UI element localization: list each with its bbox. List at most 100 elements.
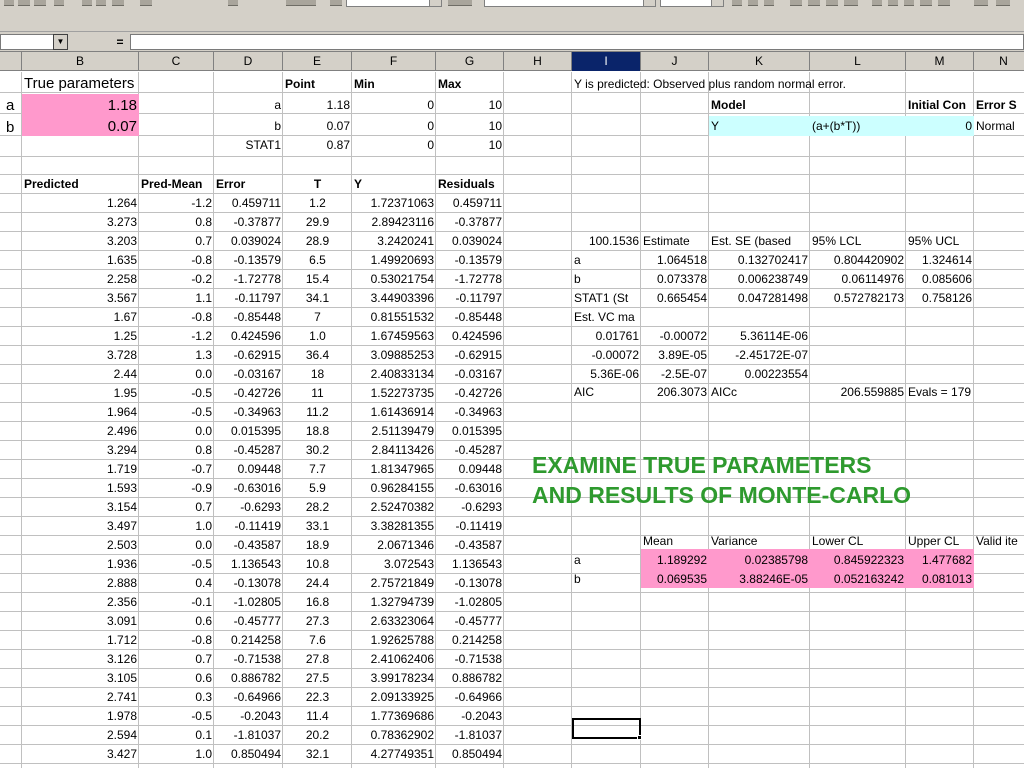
data-cell-residuals[interactable]: -0.03167: [436, 365, 504, 383]
data-cell-residuals[interactable]: 0.424596: [436, 327, 504, 345]
data-cell-y[interactable]: 0.78362902: [352, 726, 436, 744]
data-cell-y[interactable]: 3.44903396: [352, 289, 436, 307]
data-cell-pred-mean[interactable]: -0.5: [139, 707, 214, 725]
data-cell-t[interactable]: 28.9: [283, 232, 352, 250]
data-cell-pred-mean[interactable]: -0.5: [139, 555, 214, 573]
data-cell-error[interactable]: -0.62915: [214, 346, 283, 364]
data-cell-t[interactable]: 36.4: [283, 346, 352, 364]
param-min[interactable]: 0: [352, 96, 436, 114]
column-header-a[interactable]: [0, 52, 22, 71]
estimates-cell[interactable]: 0.572782173: [810, 289, 906, 307]
vc-cell[interactable]: 0.00223554: [709, 365, 810, 383]
data-cell-t[interactable]: 28.2: [283, 498, 352, 516]
column-header-e[interactable]: E: [283, 52, 352, 71]
data-cell-pred-mean[interactable]: -0.8: [139, 631, 214, 649]
data-cell-residuals[interactable]: -0.13078: [436, 574, 504, 592]
true-param-b-value[interactable]: 0.07: [22, 117, 139, 135]
data-cell-predicted[interactable]: 1.964: [22, 403, 139, 421]
data-cell-predicted[interactable]: 2.503: [22, 536, 139, 554]
data-cell-y[interactable]: 3.38281355: [352, 517, 436, 535]
data-cell-pred-mean[interactable]: 0.0: [139, 365, 214, 383]
estimates-cell[interactable]: 0.047281498: [709, 289, 810, 307]
data-cell-predicted[interactable]: 1.635: [22, 251, 139, 269]
worksheet-grid[interactable]: a b True parameters 1.18 0.07 Point Min …: [0, 72, 1024, 768]
vc-cell[interactable]: 3.89E-05: [641, 346, 709, 364]
vc-cell[interactable]: 0.01761: [572, 327, 641, 345]
param-min[interactable]: 0: [352, 136, 436, 154]
data-cell-t[interactable]: 18.8: [283, 422, 352, 440]
data-cell-predicted[interactable]: 2.741: [22, 688, 139, 706]
align-left-icon[interactable]: [790, 0, 802, 6]
data-cell-pred-mean[interactable]: 0.7: [139, 650, 214, 668]
merge-center-icon[interactable]: [844, 0, 858, 6]
data-cell-predicted[interactable]: 3.105: [22, 669, 139, 687]
data-cell-t[interactable]: 6.5: [283, 251, 352, 269]
data-cell-y[interactable]: 2.89423116: [352, 213, 436, 231]
data-cell-error[interactable]: 0.424596: [214, 327, 283, 345]
data-cell-t[interactable]: 18.9: [283, 536, 352, 554]
vc-cell[interactable]: -0.00072: [572, 346, 641, 364]
data-cell-pred-mean[interactable]: -0.9: [139, 479, 214, 497]
estimates-cell[interactable]: 0.06114976: [810, 270, 906, 288]
data-cell-residuals[interactable]: 0.015395: [436, 422, 504, 440]
data-cell-residuals[interactable]: 0.039024: [436, 232, 504, 250]
data-cell-residuals[interactable]: -0.11419: [436, 517, 504, 535]
data-cell-t[interactable]: 27.8: [283, 650, 352, 668]
open-icon[interactable]: [18, 0, 30, 6]
data-cell-error[interactable]: -0.37877: [214, 213, 283, 231]
estimates-cell[interactable]: 0.804420902: [810, 251, 906, 269]
data-cell-t[interactable]: 33.1: [283, 517, 352, 535]
data-cell-pred-mean[interactable]: -0.5: [139, 384, 214, 402]
estimates-cell[interactable]: 1.324614: [906, 251, 974, 269]
currency-icon[interactable]: [872, 0, 882, 6]
data-cell-residuals[interactable]: -0.85448: [436, 308, 504, 326]
active-cell-selection[interactable]: [572, 718, 641, 739]
data-cell-predicted[interactable]: 3.427: [22, 745, 139, 763]
estimates-cell[interactable]: 1.064518: [641, 251, 709, 269]
vc-cell[interactable]: -2.45172E-07: [709, 346, 810, 364]
data-cell-predicted[interactable]: 3.126: [22, 650, 139, 668]
paste-icon[interactable]: [112, 0, 124, 6]
estimates-cell[interactable]: STAT1 (St: [572, 289, 641, 307]
data-cell-predicted[interactable]: 3.497: [22, 517, 139, 535]
data-cell-predicted[interactable]: 1.264: [22, 194, 139, 212]
column-header-j[interactable]: J: [641, 52, 709, 71]
estimates-cell[interactable]: 0.073378: [641, 270, 709, 288]
data-cell-pred-mean[interactable]: -1.2: [139, 327, 214, 345]
data-cell-pred-mean[interactable]: -1.2: [139, 194, 214, 212]
align-right-icon[interactable]: [826, 0, 838, 6]
data-cell-y[interactable]: 1.52273735: [352, 384, 436, 402]
data-cell-predicted[interactable]: 2.44: [22, 365, 139, 383]
estimates-cell[interactable]: 0.006238749: [709, 270, 810, 288]
data-cell-predicted[interactable]: 3.273: [22, 213, 139, 231]
italic-icon[interactable]: [748, 0, 758, 6]
data-cell-t[interactable]: 11.4: [283, 707, 352, 725]
mc-value[interactable]: 0.052163242: [810, 570, 906, 588]
data-cell-predicted[interactable]: 3.567: [22, 289, 139, 307]
data-cell-residuals[interactable]: 0.886782: [436, 669, 504, 687]
data-cell-y[interactable]: 1.67459563: [352, 327, 436, 345]
column-header-f[interactable]: F: [352, 52, 436, 71]
data-cell-y[interactable]: 1.32794739: [352, 593, 436, 611]
data-cell-residuals[interactable]: -0.45777: [436, 612, 504, 630]
data-cell-t[interactable]: 36.4: [283, 764, 352, 768]
data-cell-y[interactable]: 1.77369686: [352, 707, 436, 725]
column-header-d[interactable]: D: [214, 52, 283, 71]
data-cell-pred-mean[interactable]: 0.6: [139, 669, 214, 687]
data-cell-y[interactable]: 2.84113426: [352, 441, 436, 459]
data-cell-predicted[interactable]: 3.154: [22, 498, 139, 516]
data-cell-pred-mean[interactable]: 0.7: [139, 232, 214, 250]
data-cell-t[interactable]: 7.6: [283, 631, 352, 649]
data-cell-pred-mean[interactable]: 0.1: [139, 726, 214, 744]
estimates-cell[interactable]: 0.665454: [641, 289, 709, 307]
data-cell-residuals[interactable]: -1.02805: [436, 593, 504, 611]
column-header-k[interactable]: K: [709, 52, 810, 71]
data-cell-t[interactable]: 18: [283, 365, 352, 383]
column-header-n[interactable]: N: [974, 52, 1024, 71]
data-cell-y[interactable]: 2.52470382: [352, 498, 436, 516]
data-cell-t[interactable]: 5.9: [283, 479, 352, 497]
data-cell-t[interactable]: 32.1: [283, 745, 352, 763]
data-cell-error[interactable]: -0.64966: [214, 688, 283, 706]
data-cell-residuals[interactable]: 0.850494: [436, 745, 504, 763]
data-cell-t[interactable]: 1.0: [283, 327, 352, 345]
